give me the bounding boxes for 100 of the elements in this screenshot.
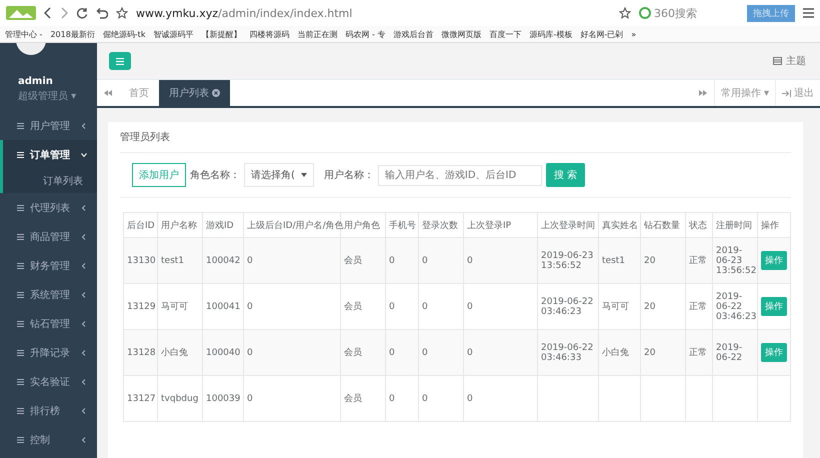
table-cell: 0 xyxy=(247,394,253,404)
close-icon[interactable] xyxy=(212,89,220,97)
reload-icon[interactable] xyxy=(76,7,88,19)
action-button[interactable]: 操作 xyxy=(761,297,787,316)
bookmark-link[interactable]: 智诚源码平 xyxy=(153,28,194,40)
table-cell: 小白兔 xyxy=(602,348,629,358)
action-button[interactable]: 操作 xyxy=(761,343,787,362)
table-cell: 0 xyxy=(467,302,473,312)
list-icon xyxy=(17,292,24,298)
bookmark-link[interactable]: 四楼将源码 xyxy=(249,28,290,40)
table-cell: 100040 xyxy=(206,348,240,358)
table-cell: 0 xyxy=(247,256,253,266)
table-cell: 小白兔 xyxy=(161,348,188,358)
menu-button[interactable] xyxy=(109,52,131,70)
bookmark-link[interactable]: » xyxy=(631,30,636,38)
bookmark-link[interactable]: 游戏后台首 xyxy=(393,28,434,40)
user-role-dropdown[interactable]: 超级管理员 ▾ xyxy=(18,89,97,103)
bookmark-link[interactable]: 当前正在测 xyxy=(297,28,338,40)
table-cell: 0 xyxy=(247,302,253,312)
page-tab[interactable]: 首页 xyxy=(119,80,159,106)
scroll-right-icon[interactable] xyxy=(698,90,707,96)
sidebar-item[interactable]: 财务管理 xyxy=(0,251,97,280)
column-header: 后台ID xyxy=(124,212,158,238)
back-icon[interactable] xyxy=(44,7,52,19)
scroll-left-icon[interactable] xyxy=(104,90,112,96)
theme-link[interactable]: 主题 xyxy=(786,54,806,68)
table-cell: 13128 xyxy=(127,348,156,358)
table-cell: 2019-06-22 03:46:23 xyxy=(716,292,756,322)
table-cell: 0 xyxy=(422,302,428,312)
table-cell: 2019-06-22 03:46:33 xyxy=(541,342,594,362)
table-cell: 会员 xyxy=(344,256,362,266)
table-cell: 0 xyxy=(389,348,395,358)
bookmark-link[interactable]: 【新提醒】 xyxy=(201,28,242,40)
star-icon[interactable] xyxy=(619,7,631,19)
list-icon xyxy=(17,320,24,326)
table-cell: 2019-06-22 xyxy=(716,342,742,362)
table-cell: 0 xyxy=(389,394,395,404)
bookmark-link[interactable]: 百度一下 xyxy=(489,28,522,40)
bookmark-link[interactable]: 源码库-模板 xyxy=(529,28,572,40)
undo-icon[interactable] xyxy=(96,7,108,19)
table-cell: 马可可 xyxy=(602,302,629,312)
search-field[interactable]: 360搜索 xyxy=(639,6,739,20)
sidebar-subitem[interactable]: 订单列表 xyxy=(0,169,97,193)
sidebar-item[interactable]: 升降记录 xyxy=(0,338,97,367)
table-cell: 2019-06-23 13:56:52 xyxy=(541,250,594,270)
user-search-field[interactable]: 输入用户名、游戏ID、后台ID xyxy=(378,164,542,186)
page-tab[interactable]: 用户列表 xyxy=(159,80,230,106)
star-icon[interactable] xyxy=(116,7,128,19)
table-cell: 0 xyxy=(247,348,253,358)
sidebar-item[interactable]: 商品管理 xyxy=(0,222,97,251)
sidebar-item[interactable]: 系统管理 xyxy=(0,280,97,309)
table-cell: 0 xyxy=(422,256,428,266)
sidebar-item[interactable]: 用户管理 xyxy=(0,111,97,140)
sidebar-item[interactable]: 代理列表 xyxy=(0,193,97,222)
user-name-label: 用户名称： xyxy=(324,168,374,182)
role-select[interactable]: 请选择角( xyxy=(244,163,314,187)
list-icon xyxy=(17,234,24,240)
search-button[interactable]: 搜 索 xyxy=(546,163,586,187)
bookmark-link[interactable]: 微微网页版 xyxy=(441,28,482,40)
action-button[interactable]: 操作 xyxy=(761,251,787,270)
bookmark-link[interactable]: 倔绝源码-tk xyxy=(102,28,146,40)
role-label: 角色名称： xyxy=(190,169,240,182)
table-cell: tvqbdug xyxy=(161,394,198,404)
address-field[interactable]: www.ymku.xyz/admin/index/index.html xyxy=(136,6,611,20)
table-cell: 100041 xyxy=(206,302,240,312)
table-cell: 20 xyxy=(644,256,656,266)
table-cell: 0 xyxy=(422,394,428,404)
menu-icon[interactable] xyxy=(803,8,814,18)
add-user-button[interactable]: 添加用户 xyxy=(132,163,186,187)
table-cell: 2019-06-23 13:56:52 xyxy=(716,246,756,276)
list-icon xyxy=(17,122,24,128)
table-cell: 100039 xyxy=(206,394,240,404)
list-icon xyxy=(17,152,24,158)
sidebar-item[interactable]: 控制 xyxy=(0,425,97,454)
sidebar-item[interactable]: 实名验证 xyxy=(0,367,97,396)
sidebar-item[interactable]: 排行榜 xyxy=(0,396,97,425)
table-cell: 0 xyxy=(389,302,395,312)
table-cell: 0 xyxy=(422,348,428,358)
caret-icon xyxy=(300,173,307,177)
bookmark-link[interactable]: 2018最新衍 xyxy=(50,28,95,40)
table-cell: 会员 xyxy=(344,348,362,358)
table-cell: 马可可 xyxy=(161,302,188,312)
sidebar-item[interactable]: 钻石管理 xyxy=(0,309,97,338)
list-icon xyxy=(17,350,24,356)
logout-icon[interactable] xyxy=(782,90,791,96)
table-cell: 20 xyxy=(644,302,656,312)
bookmark-link[interactable]: 码农网 - 专 xyxy=(345,28,386,40)
bookmark-link[interactable]: 管理中心 - xyxy=(5,28,42,40)
table-cell: 正常 xyxy=(689,302,707,312)
theme-icon[interactable] xyxy=(773,57,782,65)
table-cell: 13127 xyxy=(127,394,156,404)
logout-link[interactable]: 退出 xyxy=(794,86,814,100)
table-cell: test1 xyxy=(161,256,184,266)
menu-icon xyxy=(116,58,124,64)
bookmark-link[interactable]: 好名网-已剁 xyxy=(580,28,624,40)
table-cell: test1 xyxy=(602,256,626,266)
list-icon xyxy=(17,436,24,442)
sidebar-item[interactable]: 订单管理 xyxy=(0,140,97,169)
common-actions-dropdown[interactable]: 常用操作 ▾ xyxy=(714,80,775,106)
table-cell: 13129 xyxy=(127,302,156,312)
